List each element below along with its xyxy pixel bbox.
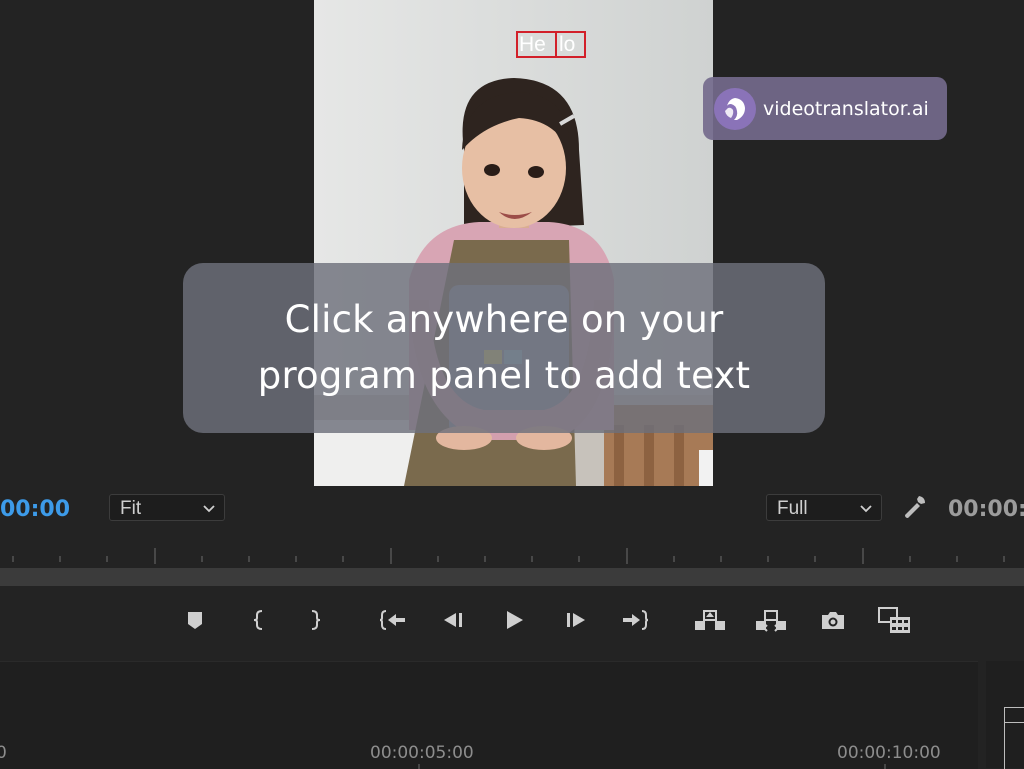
step-forward-button[interactable] (560, 604, 592, 636)
resolution-dropdown-value: Full (777, 498, 808, 519)
timeline-time-5s: 00:00:05:00 (370, 743, 474, 763)
timeline-panel[interactable] (0, 661, 978, 769)
videotranslator-logo-icon (714, 88, 756, 130)
timeline-time-10s: 00:00:10:00 (837, 743, 941, 763)
wrench-icon[interactable] (900, 493, 928, 526)
overlay-text-right: lo (559, 33, 576, 56)
play-icon (507, 611, 523, 629)
program-monitor[interactable]: He lo videotranslator.ai Click anywhere … (0, 0, 1024, 487)
mark-in-button[interactable] (243, 604, 275, 636)
playhead-timecode[interactable]: 00:00 (0, 497, 70, 522)
overlay-text-left: He (519, 33, 546, 56)
timeline-time-0: 0 (0, 743, 7, 763)
chevron-down-icon (202, 495, 216, 530)
resolution-dropdown[interactable]: Full (766, 494, 882, 521)
play-button[interactable] (498, 604, 530, 636)
watermark-badge: videotranslator.ai (703, 77, 947, 140)
marker-icon (188, 612, 202, 629)
go-to-in-icon (379, 610, 405, 630)
watermark-text: videotranslator.ai (763, 98, 929, 120)
hint-line-2: program panel to add text (257, 354, 751, 397)
film-strip-icon (878, 607, 910, 633)
duration-timecode: 00:00: (948, 497, 1024, 522)
lift-button[interactable] (692, 604, 728, 636)
camera-icon (822, 612, 844, 629)
monitor-scrollbar[interactable] (0, 568, 1024, 586)
add-marker-button[interactable] (179, 604, 211, 636)
extract-button[interactable] (753, 604, 789, 636)
go-to-in-button[interactable] (377, 604, 409, 636)
side-panel[interactable] (986, 661, 1024, 769)
timeline-ruler-ticks (418, 764, 886, 769)
go-to-out-button[interactable] (619, 604, 651, 636)
fit-dropdown-value: Fit (120, 498, 142, 519)
text-box-right[interactable]: lo (555, 31, 586, 58)
step-forward-icon (567, 613, 585, 627)
step-back-button[interactable] (437, 604, 469, 636)
extract-icon (756, 610, 786, 632)
hint-line-1: Click anywhere on your (284, 298, 724, 341)
lift-icon (695, 610, 725, 630)
monitor-time-ruler[interactable] (0, 540, 1024, 568)
mark-out-button[interactable] (299, 604, 331, 636)
insert-clip-button[interactable] (876, 604, 912, 636)
side-panel-frame (1004, 707, 1024, 769)
mark-out-icon (311, 610, 321, 630)
fit-dropdown[interactable]: Fit (109, 494, 225, 521)
mark-in-icon (253, 610, 263, 630)
step-back-icon (444, 613, 462, 627)
chevron-down-icon (859, 495, 873, 530)
hint-overlay: Click anywhere on your program panel to … (183, 263, 825, 433)
go-to-out-icon (623, 610, 649, 630)
text-box-left[interactable]: He (516, 31, 557, 58)
export-frame-button[interactable] (817, 604, 849, 636)
